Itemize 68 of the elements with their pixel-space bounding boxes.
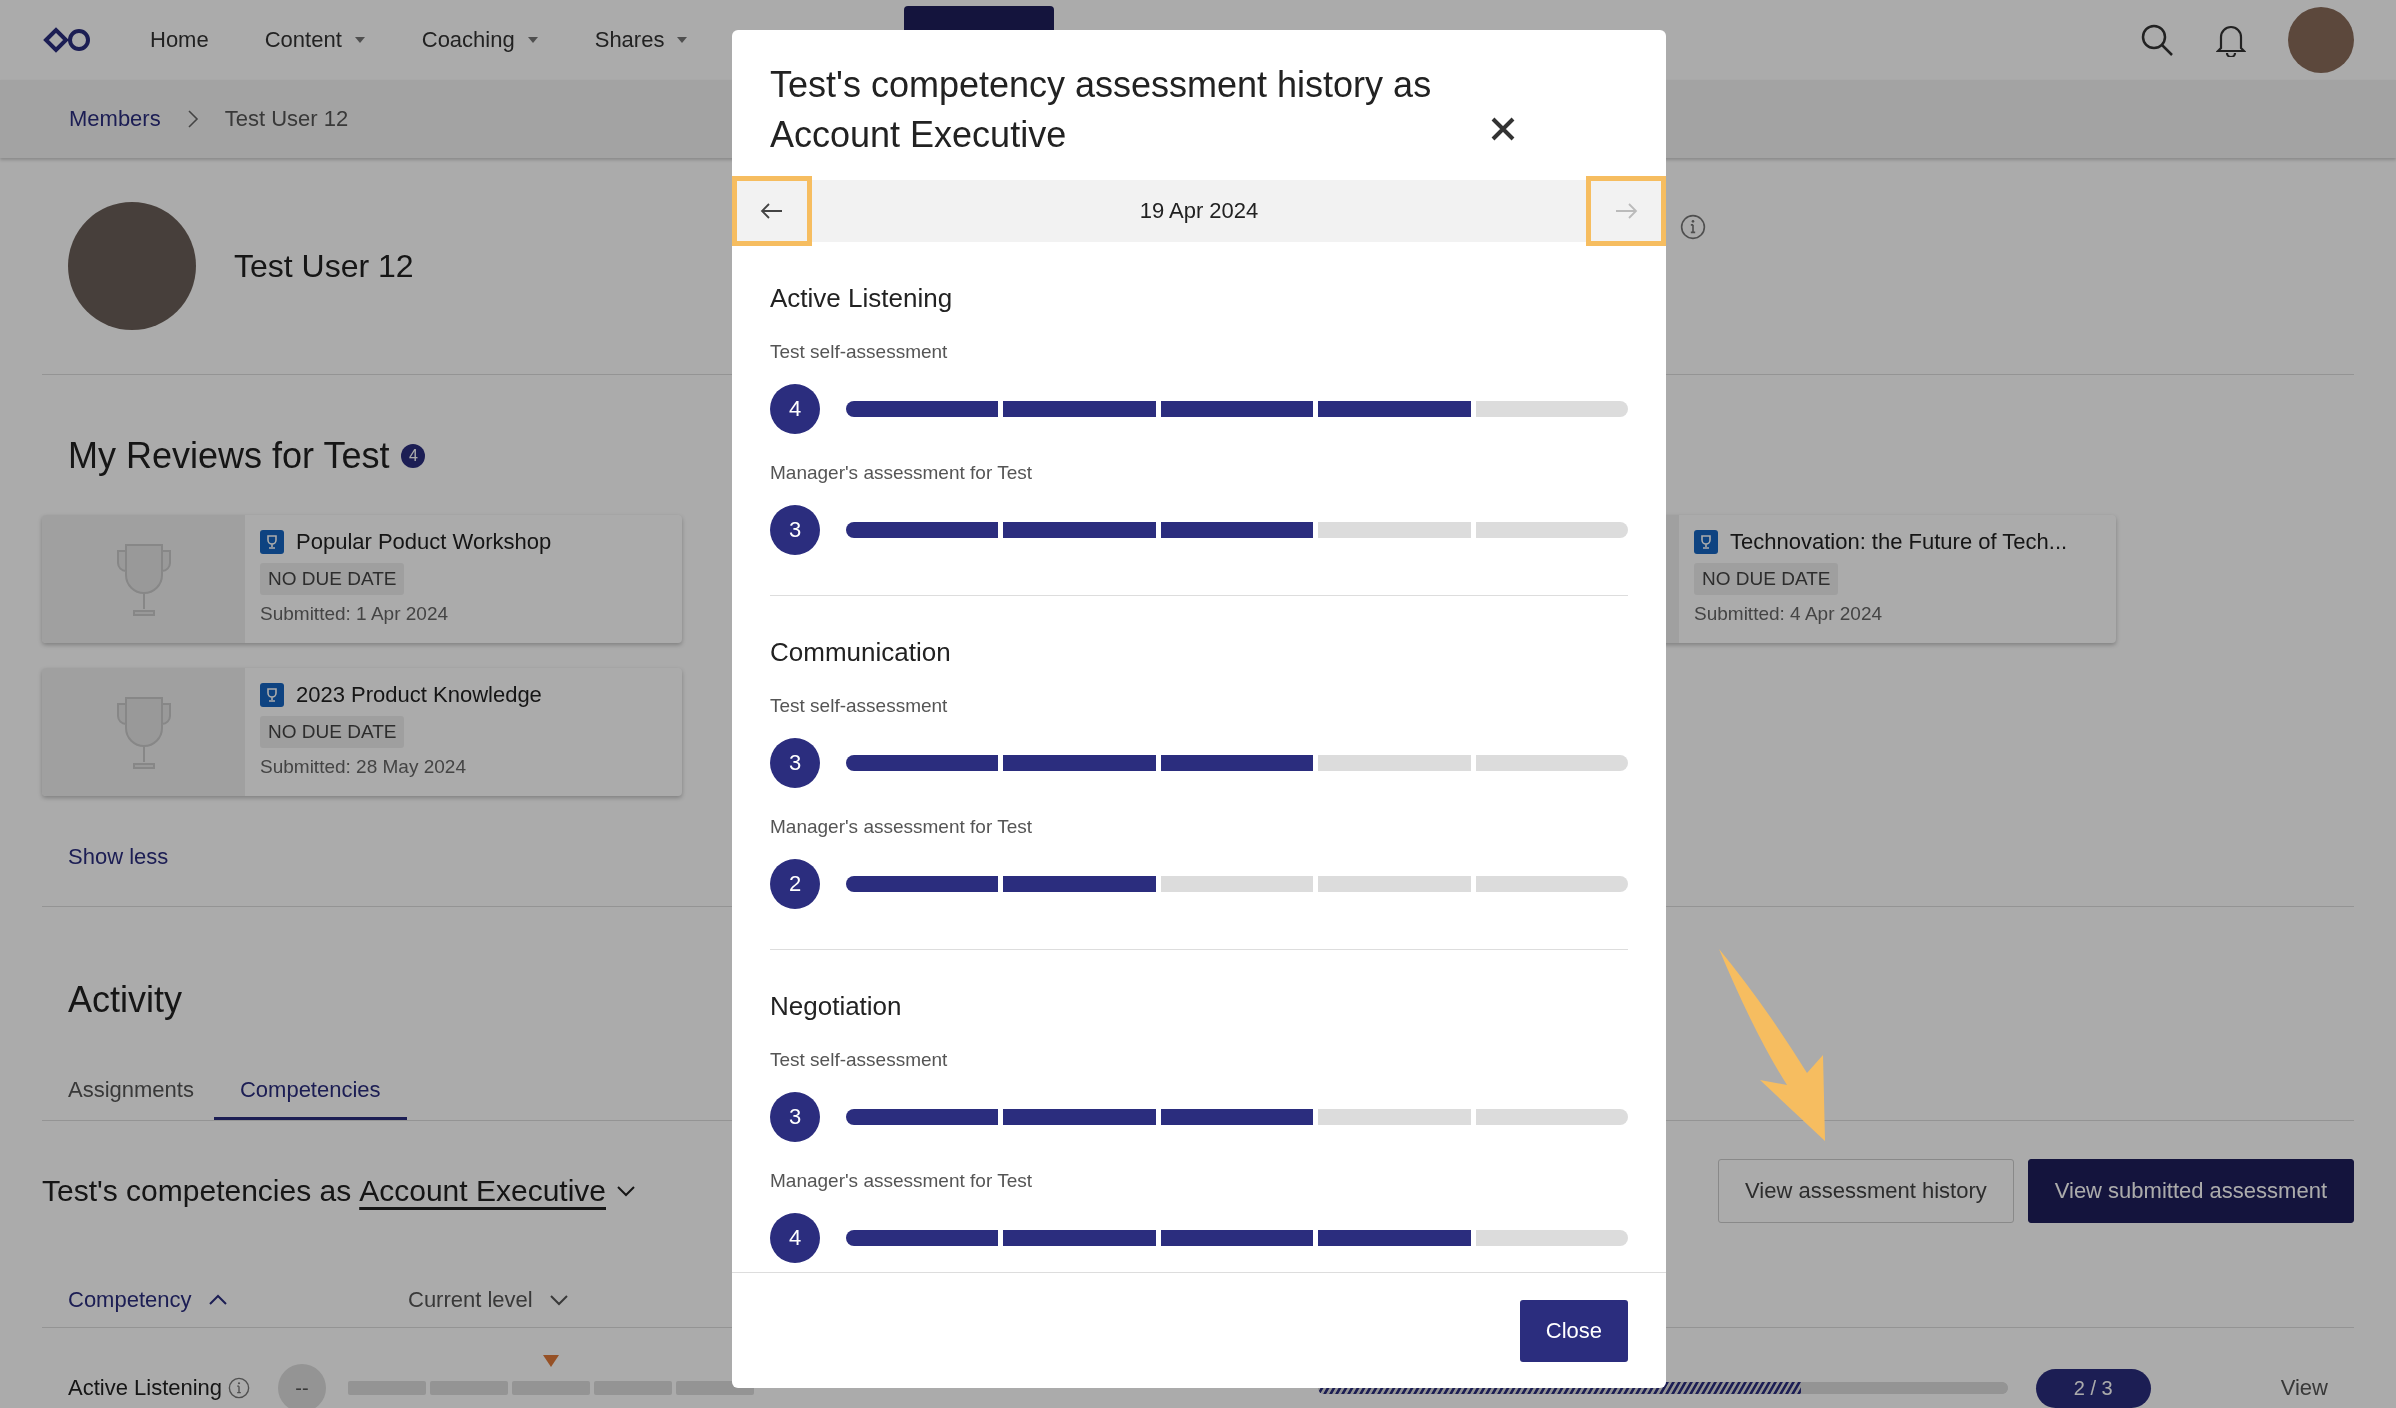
due-date-tag: NO DUE DATE bbox=[1694, 563, 1839, 595]
nav-item[interactable]: Coaching bbox=[421, 27, 539, 53]
review-title: 2023 Product Knowledge bbox=[296, 682, 542, 708]
review-title: Technovation: the Future of Tech... bbox=[1730, 529, 2068, 555]
column-header[interactable]: Current level bbox=[408, 1287, 748, 1313]
assessment-label: Manager's assessment for Test bbox=[770, 1169, 1033, 1193]
competency-title: Negotiation bbox=[770, 990, 903, 1022]
close-icon bbox=[1490, 116, 1516, 142]
profile-name: Test User 12 bbox=[234, 247, 414, 285]
assessment-date: 19 Apr 2024 bbox=[1138, 198, 1260, 224]
close-button[interactable]: Close bbox=[1519, 1299, 1628, 1362]
level-badge: -- bbox=[278, 1364, 326, 1408]
tab[interactable]: Assignments bbox=[68, 1077, 194, 1120]
score-badge: 2 bbox=[770, 859, 820, 909]
arrow-left-icon bbox=[760, 203, 784, 219]
section-title: Activity bbox=[68, 979, 182, 1021]
score-badge: 3 bbox=[770, 1092, 820, 1142]
competency-name: Active Listening bbox=[68, 1375, 223, 1401]
marker-icon bbox=[543, 1355, 559, 1367]
modal-title: Test's competency assessment history as Account Executive bbox=[770, 63, 1433, 157]
action-button[interactable]: View assessment history bbox=[1718, 1159, 2014, 1223]
score-badge: 4 bbox=[770, 1213, 820, 1263]
competency-title: Active Listening bbox=[770, 282, 954, 314]
score-badge: 3 bbox=[770, 505, 820, 555]
nav-item[interactable]: Home bbox=[150, 27, 209, 53]
breadcrumb-link[interactable]: Members bbox=[69, 106, 161, 132]
count-badge: 4 bbox=[401, 444, 426, 468]
view-link[interactable]: View bbox=[2280, 1375, 2328, 1401]
nav-item[interactable]: Content bbox=[264, 27, 366, 53]
search-icon[interactable] bbox=[2140, 23, 2174, 57]
assessment-label: Test self-assessment bbox=[770, 1048, 949, 1072]
caret-icon bbox=[526, 36, 539, 44]
info-icon bbox=[228, 1377, 251, 1399]
review-card[interactable]: Popular Poduct Workshop NO DUE DATE Submitted: 1 Apr 2024 bbox=[42, 515, 682, 643]
trophy-icon bbox=[260, 530, 284, 554]
due-date-tag: NO DUE DATE bbox=[260, 563, 405, 595]
assessment-label: Test self-assessment bbox=[770, 340, 949, 364]
caret-icon bbox=[676, 36, 689, 44]
show-less-link[interactable]: Show less bbox=[68, 844, 169, 870]
role-dropdown[interactable]: Account Executive bbox=[359, 1174, 636, 1208]
score-badge: 3 bbox=[770, 738, 820, 788]
nav-item[interactable]: Shares bbox=[594, 27, 689, 53]
breadcrumb-current: Test User 12 bbox=[224, 106, 349, 132]
submitted-date: Submitted: 1 Apr 2024 bbox=[260, 603, 449, 625]
competency-title: Communication bbox=[770, 636, 952, 668]
chevron-icon bbox=[616, 1185, 636, 1197]
trophy-icon bbox=[260, 683, 284, 707]
competencies-heading: Test's competencies as bbox=[42, 1174, 352, 1208]
assessment-label: Manager's assessment for Test bbox=[770, 815, 1033, 839]
info-icon bbox=[1680, 214, 1706, 240]
submitted-date: Submitted: 28 May 2024 bbox=[260, 756, 467, 778]
tab[interactable]: Competencies bbox=[213, 1077, 407, 1120]
submitted-date: Submitted: 4 Apr 2024 bbox=[1694, 603, 1883, 625]
action-button[interactable]: View submitted assessment bbox=[2027, 1159, 2354, 1223]
section-title: My Reviews for Test bbox=[68, 435, 390, 477]
bell-icon[interactable] bbox=[2216, 23, 2246, 57]
assessment-label: Manager's assessment for Test bbox=[770, 461, 1033, 485]
progress-badge: 2 / 3 bbox=[2035, 1368, 2151, 1408]
column-header[interactable]: Competency bbox=[68, 1287, 408, 1313]
chevron-right-icon bbox=[186, 109, 199, 129]
review-card[interactable]: 2023 Product Knowledge NO DUE DATE Submitted: 28 May 2024 bbox=[42, 668, 682, 796]
trophy-icon bbox=[1694, 530, 1718, 554]
caret-icon bbox=[353, 36, 366, 44]
review-title: Popular Poduct Workshop bbox=[296, 529, 552, 555]
assessment-label: Test self-assessment bbox=[770, 694, 949, 718]
arrow-right-icon bbox=[1614, 203, 1638, 219]
due-date-tag: NO DUE DATE bbox=[260, 716, 405, 748]
score-badge: 4 bbox=[770, 384, 820, 434]
